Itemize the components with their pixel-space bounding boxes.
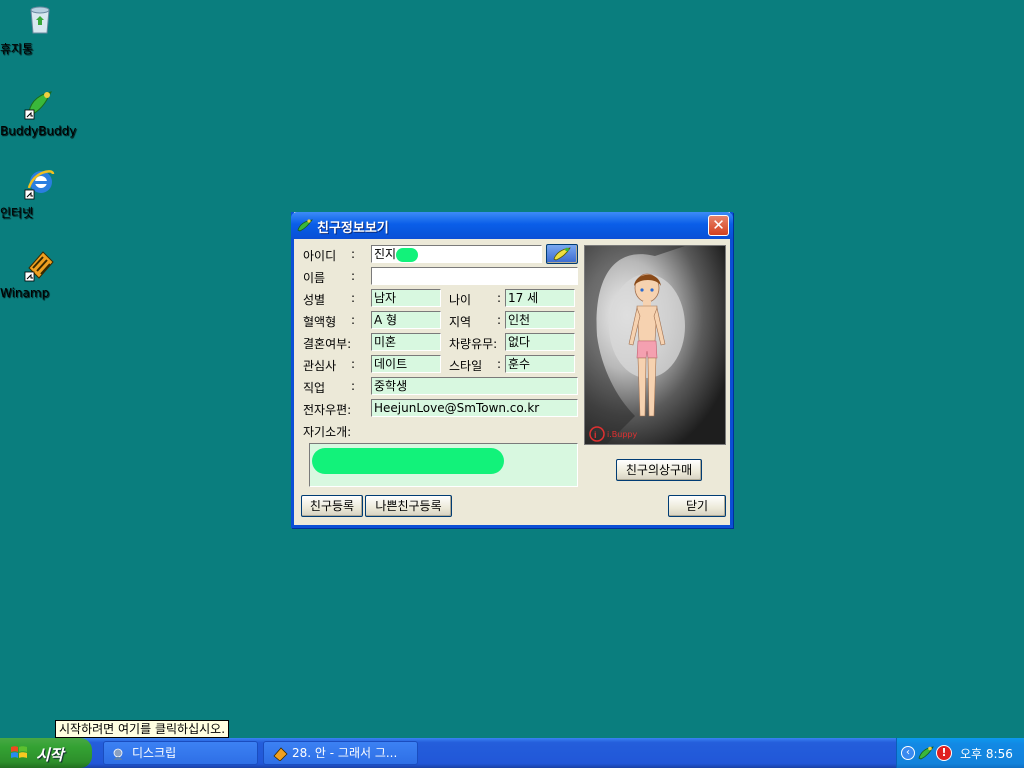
id-label: 아이디 bbox=[303, 249, 337, 263]
buddybuddy-tray-icon[interactable] bbox=[918, 745, 934, 764]
colon: : bbox=[351, 313, 356, 327]
colon: : bbox=[351, 357, 356, 371]
colon: : bbox=[497, 291, 502, 305]
redaction-mark bbox=[312, 448, 504, 474]
desktop-icon-label: 인터넷 bbox=[0, 206, 34, 220]
style-field: 훈수 bbox=[505, 355, 575, 373]
buddybuddy-app-icon bbox=[297, 218, 313, 232]
buddybuddy-icon bbox=[23, 86, 57, 120]
colon: : bbox=[351, 379, 356, 393]
intro-label: 자기소개: bbox=[303, 425, 352, 439]
blood-type-field: A 형 bbox=[371, 311, 441, 329]
buddybuddy-icon bbox=[553, 247, 571, 261]
winamp-icon bbox=[23, 248, 57, 282]
desktop-icon-label: BuddyBuddy bbox=[0, 124, 77, 138]
dialog-title: 친구정보보기 bbox=[317, 221, 389, 236]
desktop-icon-internet[interactable]: 인터넷 bbox=[0, 166, 80, 220]
style-label: 스타일 bbox=[449, 359, 483, 373]
close-button[interactable]: 닫기 bbox=[668, 495, 726, 517]
close-icon[interactable]: ✕ bbox=[708, 215, 729, 236]
friend-photo: i i.Buppy bbox=[584, 245, 726, 445]
add-bad-friend-button[interactable]: 나쁜친구등록 bbox=[365, 495, 452, 517]
married-field: 미혼 bbox=[371, 333, 441, 351]
desktop-icon-buddybuddy[interactable]: BuddyBuddy bbox=[0, 86, 80, 138]
start-label: 시작 bbox=[36, 746, 64, 764]
desktop-icon-label: 휴지통 bbox=[0, 42, 34, 56]
name-field bbox=[371, 267, 578, 285]
interest-field: 데이트 bbox=[371, 355, 441, 373]
taskbar-item-messenger[interactable]: 디스크립 bbox=[103, 741, 258, 765]
region-field: 인천 bbox=[505, 311, 575, 329]
taskbar-item-label: 디스크립 bbox=[132, 746, 177, 760]
intro-textarea bbox=[309, 443, 578, 487]
internet-explorer-icon bbox=[23, 166, 57, 200]
security-alert-icon[interactable]: ! bbox=[936, 745, 952, 761]
name-label: 이름 bbox=[303, 271, 326, 285]
recycle-bin-icon bbox=[23, 2, 57, 36]
job-field: 중학생 bbox=[371, 377, 578, 395]
age-field: 17 세 bbox=[505, 289, 575, 307]
svg-text:i: i bbox=[594, 430, 597, 440]
clock: 오후 8:56 bbox=[960, 747, 1013, 761]
email-label: 전자우편: bbox=[303, 403, 352, 417]
blood-type-label: 혈액형 bbox=[303, 315, 337, 329]
taskbar: 시작 디스크립 28. 안 - 그래서 그... ‹ ! 오후 8:56 bbox=[0, 738, 1024, 768]
gender-field: 남자 bbox=[371, 289, 441, 307]
add-friend-button[interactable]: 친구등록 bbox=[301, 495, 363, 517]
car-field: 없다 bbox=[505, 333, 575, 351]
colon: : bbox=[351, 291, 356, 305]
system-tray: ‹ ! 오후 8:56 bbox=[896, 738, 1024, 768]
interest-label: 관심사 bbox=[303, 359, 337, 373]
messenger-app-icon bbox=[112, 746, 128, 760]
send-message-button[interactable] bbox=[546, 244, 578, 264]
job-label: 직업 bbox=[303, 381, 326, 395]
car-label: 차량유무: bbox=[449, 337, 498, 351]
desktop-icon-recycle-bin[interactable]: 휴지통 bbox=[0, 2, 80, 56]
taskbar-item-winamp[interactable]: 28. 안 - 그래서 그... bbox=[263, 741, 418, 765]
colon: : bbox=[351, 269, 356, 283]
buy-outfit-button[interactable]: 친구의상구매 bbox=[616, 459, 702, 481]
id-value: 진지 bbox=[374, 247, 397, 261]
desktop: 휴지통 BuddyBuddy 인터넷 Winamp 친구정보보기 ✕ 아이디:… bbox=[0, 0, 1024, 738]
friend-info-dialog: 친구정보보기 ✕ 아이디 : 진지 이름 : 성별 : 남자 나이: 17 세… bbox=[291, 212, 733, 528]
id-field: 진지 bbox=[371, 245, 542, 263]
email-field: HeejunLove@SmTown.co.kr bbox=[371, 399, 578, 417]
colon: : bbox=[497, 313, 502, 327]
photo-watermark: i.Buppy bbox=[607, 430, 638, 439]
windows-logo-icon bbox=[10, 745, 28, 761]
married-label: 결혼여부: bbox=[303, 337, 352, 351]
desktop-icon-label: Winamp bbox=[0, 286, 50, 300]
start-tooltip: 시작하려면 여기를 클릭하십시오. bbox=[55, 720, 230, 738]
taskbar-item-label: 28. 안 - 그래서 그... bbox=[292, 746, 398, 760]
dialog-titlebar[interactable]: 친구정보보기 ✕ bbox=[291, 212, 733, 239]
colon: : bbox=[351, 247, 356, 261]
colon: : bbox=[497, 357, 502, 371]
winamp-icon bbox=[272, 746, 288, 762]
age-label: 나이 bbox=[449, 293, 472, 307]
desktop-icon-winamp[interactable]: Winamp bbox=[0, 248, 80, 300]
region-label: 지역 bbox=[449, 315, 472, 329]
avatar-figure: i bbox=[585, 246, 685, 444]
gender-label: 성별 bbox=[303, 293, 326, 307]
dialog-body: 아이디 : 진지 이름 : 성별 : 남자 나이 : 17 세 혈액형: A … bbox=[294, 239, 730, 525]
chevron-left-icon[interactable]: ‹ bbox=[901, 746, 915, 760]
start-button[interactable]: 시작 bbox=[0, 738, 92, 768]
redaction-mark bbox=[396, 247, 419, 262]
